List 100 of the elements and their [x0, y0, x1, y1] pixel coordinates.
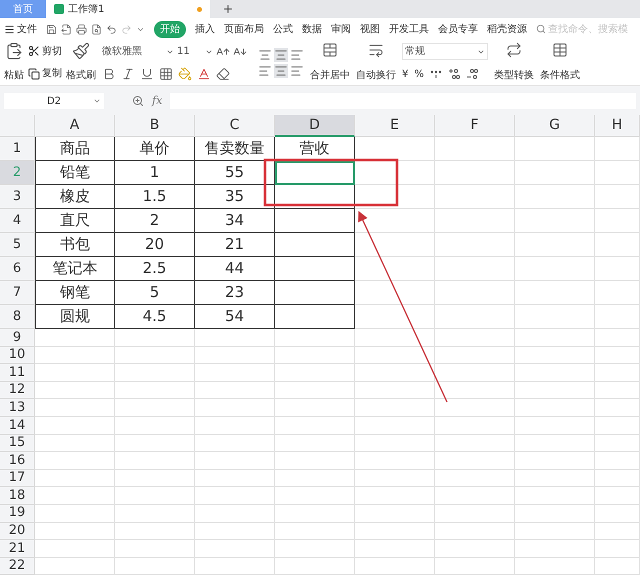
menu-tab[interactable]: 页面布局 — [224, 22, 264, 36]
paste-icon[interactable] — [5, 42, 23, 60]
table-cell: 44 — [195, 257, 275, 281]
italic-icon[interactable] — [121, 67, 135, 81]
paintbrush-icon — [72, 42, 90, 60]
table-cell: 商品 — [35, 137, 115, 161]
empty-cell[interactable] — [275, 185, 355, 209]
row-header[interactable]: 5 — [0, 233, 35, 257]
wrap-text-icon — [368, 42, 384, 58]
percent-button[interactable]: % — [414, 66, 424, 82]
empty-cell[interactable] — [275, 281, 355, 305]
menu-tab[interactable]: 插入 — [195, 22, 215, 36]
align-middle-icon[interactable] — [274, 48, 288, 62]
column-header[interactable]: A — [35, 115, 115, 137]
document-tab[interactable]: 工作簿1 — [46, 0, 210, 18]
column-header[interactable]: B — [115, 115, 195, 137]
row-header[interactable]: 12 — [0, 382, 35, 400]
align-left-icon[interactable] — [258, 64, 272, 78]
preview-icon[interactable] — [91, 24, 102, 34]
align-center-icon[interactable] — [274, 64, 288, 78]
column-header[interactable]: H — [595, 115, 640, 137]
fill-color-icon[interactable] — [178, 67, 192, 81]
file-menu[interactable]: 文件 — [4, 22, 37, 36]
empty-cell[interactable] — [275, 233, 355, 257]
convert-arrows-icon — [506, 42, 522, 58]
table-cell: 1 — [115, 161, 195, 185]
thousands-separator-icon[interactable] — [430, 68, 442, 80]
row-header[interactable]: 9 — [0, 329, 35, 347]
save-icon[interactable] — [46, 24, 57, 34]
wrap-text-button[interactable]: 自动换行 — [356, 40, 396, 85]
column-header[interactable]: E — [355, 115, 435, 137]
empty-cell[interactable] — [275, 257, 355, 281]
increase-decimal-icon[interactable] — [448, 68, 460, 80]
empty-cell[interactable] — [275, 305, 355, 329]
row-header[interactable]: 21 — [0, 540, 35, 558]
print-icon[interactable] — [76, 24, 87, 34]
table-cell: 2.5 — [115, 257, 195, 281]
currency-button[interactable]: ¥ — [402, 66, 408, 82]
row-header[interactable]: 11 — [0, 364, 35, 382]
menu-tab[interactable]: 审阅 — [331, 22, 351, 36]
cell-reference-field[interactable]: D2 — [4, 93, 104, 109]
eraser-icon[interactable] — [216, 67, 230, 81]
row-header[interactable]: 6 — [0, 257, 35, 281]
cut-button[interactable]: 剪切 — [28, 44, 62, 59]
row-header[interactable]: 1 — [0, 137, 35, 161]
table-cell: 圆规 — [35, 305, 115, 329]
table-cell: 1.5 — [115, 185, 195, 209]
row-header[interactable]: 7 — [0, 281, 35, 305]
font-color-icon[interactable] — [197, 67, 211, 81]
copy-button[interactable]: 复制 — [28, 66, 62, 82]
redo-icon[interactable] — [121, 24, 132, 34]
row-header[interactable]: 15 — [0, 434, 35, 452]
decrease-decimal-icon[interactable] — [466, 68, 478, 80]
function-label[interactable]: fx — [152, 92, 162, 110]
row-header[interactable]: 3 — [0, 185, 35, 209]
export-icon[interactable] — [61, 24, 72, 34]
format-painter-button[interactable]: 格式刷 — [66, 40, 96, 85]
table-cell: 35 — [195, 185, 275, 209]
row-header[interactable]: 20 — [0, 522, 35, 540]
empty-cell[interactable] — [275, 209, 355, 233]
row-header[interactable]: 16 — [0, 452, 35, 470]
font-name-dropdown[interactable]: 微软雅黑 — [102, 44, 174, 59]
border-icon[interactable] — [159, 67, 173, 81]
table-cell: 直尺 — [35, 209, 115, 233]
search-icon — [536, 24, 546, 34]
paste-button[interactable]: 粘贴 — [4, 40, 24, 85]
row-header[interactable]: 17 — [0, 470, 35, 488]
column-header[interactable]: G — [515, 115, 595, 137]
conditional-format-button[interactable]: 条件格式 — [540, 40, 580, 85]
new-tab-icon[interactable] — [222, 3, 234, 15]
select-all-corner[interactable] — [0, 115, 35, 137]
table-cell: 笔记本 — [35, 257, 115, 281]
row-header[interactable]: 18 — [0, 487, 35, 505]
row-header[interactable]: 14 — [0, 416, 35, 435]
search-field[interactable]: 查找命令、搜索模 — [536, 22, 638, 36]
column-header[interactable]: F — [435, 115, 515, 137]
zoom-icon[interactable] — [132, 95, 144, 107]
underline-icon[interactable] — [140, 67, 154, 81]
table-cell: 20 — [115, 233, 195, 257]
type-convert-button[interactable]: 类型转换 — [494, 40, 534, 85]
row-header[interactable]: 8 — [0, 305, 35, 329]
row-header[interactable]: 13 — [0, 399, 35, 417]
font-size-dropdown[interactable]: 11 — [177, 44, 213, 59]
undo-icon[interactable] — [106, 24, 117, 34]
bold-icon[interactable] — [102, 67, 116, 81]
row-header[interactable]: 19 — [0, 504, 35, 523]
row-header[interactable]: 4 — [0, 209, 35, 233]
menu-tab[interactable]: 开发工具 — [389, 22, 429, 36]
column-header[interactable]: D — [275, 115, 355, 137]
number-format-dropdown[interactable]: 常规 — [402, 43, 488, 60]
menu-tab[interactable]: 视图 — [360, 22, 380, 36]
row-header[interactable]: 10 — [0, 346, 35, 364]
row-header[interactable]: 22 — [0, 558, 35, 576]
merge-center-button[interactable]: 合并居中 — [310, 40, 350, 85]
menu-tab[interactable]: 稻壳资源 — [487, 22, 527, 36]
column-header[interactable]: C — [195, 115, 275, 137]
active-cell[interactable] — [275, 161, 355, 185]
menu-tab[interactable]: 公式 — [273, 22, 293, 36]
menu-tab[interactable]: 数据 — [302, 22, 322, 36]
menu-tab[interactable]: 会员专享 — [438, 22, 478, 36]
